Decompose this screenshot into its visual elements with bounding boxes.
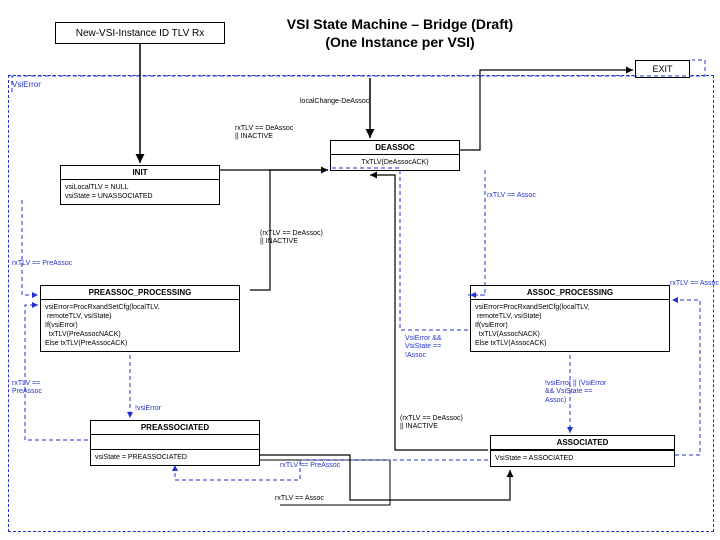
assoc-processing-body: vsiError=ProcRxandSetCfg(localTLV, remot… xyxy=(471,300,669,351)
input-new-vsi-box: New-VSI-Instance ID TLV Rx xyxy=(55,22,225,44)
assoc-processing-state: ASSOC_PROCESSING vsiError=ProcRxandSetCf… xyxy=(470,285,670,352)
preassociated-body: vsiState = PREASSOCIATED xyxy=(91,449,259,465)
vsierror-label: VsiError xyxy=(12,80,41,90)
cond-rxpreassoc-mid: rxTLV == PreAssoc xyxy=(280,462,340,470)
preassoc-processing-body: vsiError=ProcRxandSetCfg(localTLV, remot… xyxy=(41,300,239,351)
cond-vsierror-state: VsiError && VsiState == !Assoc xyxy=(405,335,442,360)
exit-box: EXIT xyxy=(635,60,690,78)
diagram-title: VSI State Machine – Bridge (Draft) (One … xyxy=(250,15,550,51)
title-line1: VSI State Machine – Bridge (Draft) xyxy=(287,16,513,32)
assoc-processing-header: ASSOC_PROCESSING xyxy=(471,286,669,300)
preassoc-processing-state: PREASSOC_PROCESSING vsiError=ProcRxandSe… xyxy=(40,285,240,352)
associated-body: VsiState = ASSOCIATED xyxy=(491,450,674,466)
deassoc-header: DEASSOC xyxy=(331,141,459,155)
cond-rxpreassoc-left: rxTLV == PreAssoc xyxy=(12,260,72,268)
cond-deassoc2: (rxTLV == DeAssoc) || INACTIVE xyxy=(260,230,323,247)
preassociated-header: PREASSOCIATED xyxy=(91,421,259,435)
init-body: vsiLocalTLV = NULL vsiState = UNASSOCIAT… xyxy=(61,180,219,204)
cond-rxassoc-right: rxTLV == Assoc xyxy=(670,280,719,288)
cond-not-vsierror-state: !vsiError || (VsiError && VsiState == As… xyxy=(545,380,606,405)
preassoc-processing-header: PREASSOC_PROCESSING xyxy=(41,286,239,300)
title-line2: (One Instance per VSI) xyxy=(325,34,474,50)
init-state: INIT vsiLocalTLV = NULL vsiState = UNASS… xyxy=(60,165,220,205)
cond-deassoc1: rxTLV == DeAssoc || INACTIVE xyxy=(235,125,293,142)
local-change-label: localChange-DeAssoc xyxy=(300,98,369,106)
cond-rxpreassoc-bottom: rxTLV == PreAssoc xyxy=(12,380,42,397)
deassoc-body: TxTLV(DeAssocACK) xyxy=(331,155,459,170)
cond-rxassoc-bottom: rxTLV == Assoc xyxy=(275,495,324,503)
preassociated-state: PREASSOCIATED vsiState = PREASSOCIATED xyxy=(90,420,260,466)
cond-rxassoc: rxTLV == Assoc xyxy=(487,192,536,200)
deassoc-state: DEASSOC TxTLV(DeAssocACK) xyxy=(330,140,460,171)
cond-deassoc3: (rxTLV == DeAssoc) || INACTIVE xyxy=(400,415,463,432)
init-header: INIT xyxy=(61,166,219,180)
associated-header: ASSOCIATED xyxy=(491,436,674,450)
associated-state: ASSOCIATED VsiState = ASSOCIATED xyxy=(490,435,675,467)
cond-not-vsierror: !vsiError xyxy=(135,405,161,413)
